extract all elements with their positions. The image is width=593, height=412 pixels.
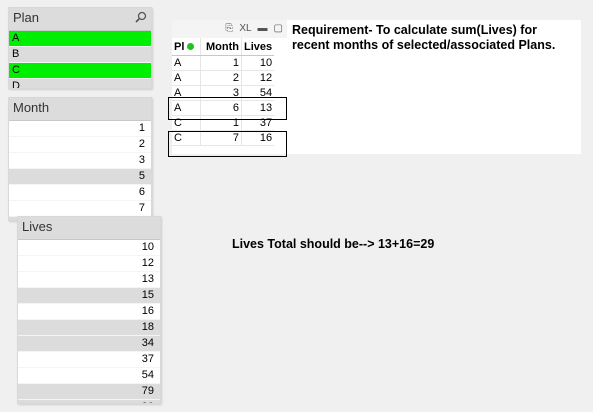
header-lives[interactable]: Lives [241,38,275,56]
requirement-text: Requirement- To calculate sum(Lives) for… [292,23,556,52]
plan-listbox-caption[interactable]: Plan [9,8,151,31]
month-listbox-caption[interactable]: Month [9,98,151,121]
minimize-icon[interactable]: ▬ [258,23,268,34]
selection-dot-icon [187,42,195,50]
listbox-item[interactable]: 34 [18,336,160,352]
month-listbox-title: Month [13,100,50,115]
table-cell-month: 1 [200,55,242,71]
print-icon[interactable]: ⎘ [225,23,233,34]
listbox-item[interactable]: B [9,47,151,63]
listbox-item[interactable]: 6 [9,185,151,201]
listbox-item[interactable]: 12 [18,256,160,272]
plan-listbox-title: Plan [13,10,40,25]
listbox-item[interactable]: 5 [9,169,151,185]
listbox-item[interactable]: 54 [18,368,160,384]
listbox-item[interactable]: 79 [18,384,160,400]
table-cell-lives: 12 [241,70,275,86]
listbox-item[interactable]: 7 [9,201,151,217]
table-cell-lives: 10 [241,55,275,71]
table-caption-icons: ⎘ XL ▬ ▢ [225,23,283,34]
listbox-item[interactable]: 3 [9,153,151,169]
search-icon[interactable] [135,11,147,23]
excel-icon[interactable]: XL [239,23,251,34]
lives-listbox-title: Lives [22,219,53,234]
plan-listbox-rows: ABCD [9,31,151,88]
table-cell-plan: A [172,70,201,86]
listbox-item[interactable]: 15 [18,288,160,304]
table-row[interactable]: A 2 12 [172,70,275,86]
table-header-row: Pl Month Lives [172,38,275,56]
listbox-item[interactable]: 13 [18,272,160,288]
table-cell-month: 2 [200,70,242,86]
table-row[interactable]: A 1 10 [172,55,275,71]
listbox-item[interactable]: 16 [18,304,160,320]
plan-listbox: Plan ABCD [8,7,152,89]
listbox-item[interactable]: 1 [9,121,151,137]
month-listbox-rows: 1235678 [9,121,151,220]
lives-listbox: Lives 1012131516183437547990 [17,216,161,404]
maximize-icon[interactable]: ▢ [274,23,283,34]
lives-listbox-rows: 1012131516183437547990 [18,240,160,403]
requirement-textbox: Requirement- To calculate sum(Lives) for… [287,20,581,154]
listbox-item[interactable]: C [9,63,151,79]
listbox-item[interactable]: 37 [18,352,160,368]
table-cell-plan: A [172,55,201,71]
listbox-item[interactable]: 90 [18,400,160,403]
listbox-item[interactable]: 2 [9,137,151,153]
listbox-item[interactable]: A [9,31,151,47]
listbox-item[interactable]: 10 [18,240,160,256]
table-caption: ⎘ XL ▬ ▢ [172,20,287,38]
header-plan[interactable]: Pl [172,38,201,56]
highlight-row-a6 [168,97,287,120]
header-plan-label: Pl [174,40,185,53]
highlight-row-c7 [168,131,287,157]
header-month[interactable]: Month [200,38,242,56]
plan-month-lives-table: Pl Month Lives A 1 10 A 2 12 A 3 54 A 6 13 C 1 37 C 7 16 [172,38,275,146]
total-text: Lives Total should be--> 13+16=29 [232,237,435,251]
lives-listbox-caption[interactable]: Lives [18,217,160,240]
listbox-item[interactable]: D [9,79,151,88]
listbox-item[interactable]: 18 [18,320,160,336]
month-listbox: Month 1235678 [8,97,152,221]
